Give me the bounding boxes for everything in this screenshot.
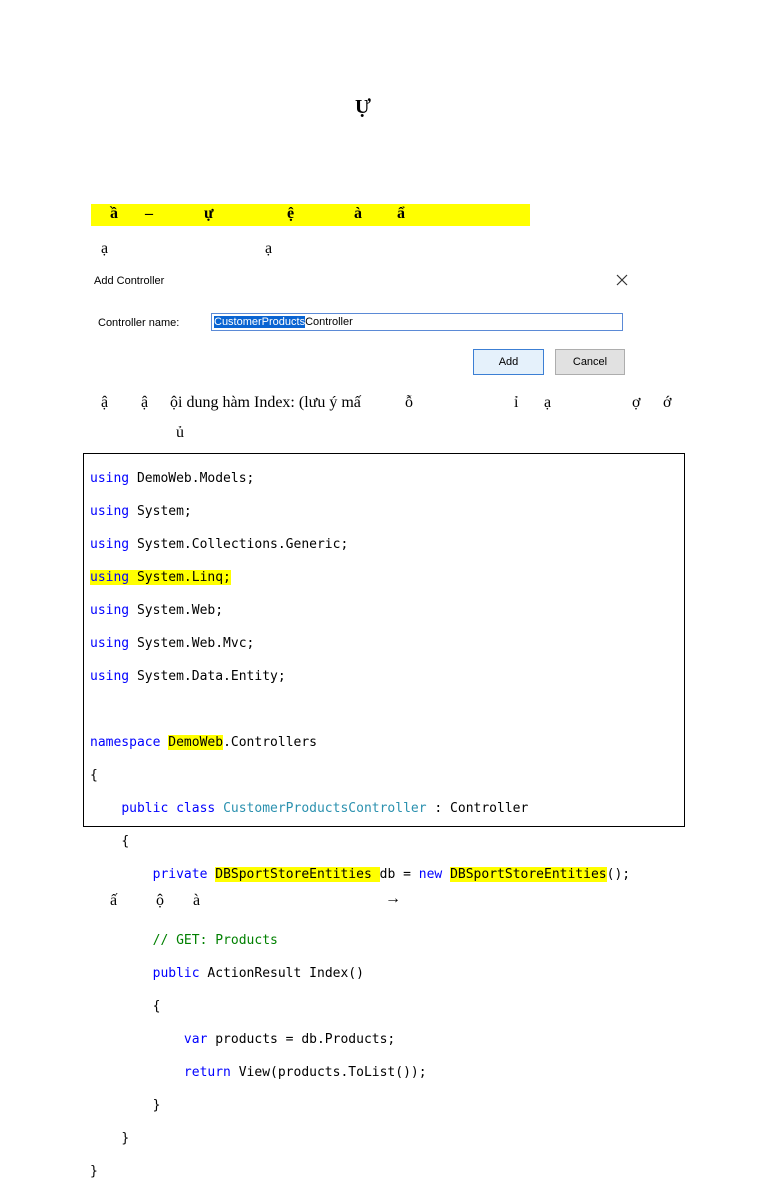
text-fragment: ạ <box>101 240 109 257</box>
text-fragment: ấ <box>110 892 118 909</box>
cancel-button[interactable]: Cancel <box>555 349 625 375</box>
code-line: using System.Web.Mvc; <box>90 635 255 651</box>
text-fragment: ạ <box>265 240 273 257</box>
heading-fragment: – <box>145 205 153 222</box>
text-fragment: ậ <box>141 394 149 411</box>
text-fragment: à <box>193 892 201 909</box>
arrow-right-icon: → <box>385 890 401 907</box>
code-line: using System.Linq; <box>90 569 231 585</box>
code-listing: using DemoWeb.Models; using System; usin… <box>90 454 630 1197</box>
add-button[interactable]: Add <box>473 349 544 375</box>
code-line: { <box>90 767 98 783</box>
text-fragment: ủ <box>176 424 184 441</box>
code-line: public ActionResult Index() <box>152 965 364 981</box>
code-line: // GET: Products <box>152 932 278 948</box>
code-line: } <box>121 1130 130 1146</box>
controller-name-input[interactable]: CustomerProductsController <box>211 313 623 331</box>
input-suffix: Controller <box>305 316 353 328</box>
code-line: using System.Data.Entity; <box>90 668 286 684</box>
selected-text: CustomerProducts <box>214 316 306 328</box>
text-fragment: ợ <box>632 394 641 411</box>
text-fragment: ỗ <box>405 394 413 411</box>
text-fragment: ỉ <box>514 394 519 411</box>
page-heading: Ự <box>355 96 371 118</box>
text-fragment: ậ <box>101 394 109 411</box>
text-fragment: ớ <box>663 394 672 411</box>
code-line: using System; <box>90 503 192 519</box>
text-fragment: ội dung hàm Index: (lưu ý mấ <box>170 394 361 411</box>
code-line: return View(products.ToList()); <box>183 1064 427 1080</box>
heading-fragment: ệ <box>287 205 295 222</box>
controller-name-label: Controller name: <box>98 317 180 329</box>
code-line: using System.Collections.Generic; <box>90 536 349 552</box>
text-fragment: ạ <box>544 394 552 411</box>
heading-fragment: ẩ <box>397 205 405 222</box>
code-line: var products = db.Products; <box>183 1031 396 1047</box>
code-line: { <box>152 998 161 1014</box>
code-line: private DBSportStoreEntities db = new DB… <box>152 866 631 882</box>
code-line: } <box>90 1163 98 1179</box>
heading-fragment: ự <box>204 205 214 222</box>
code-line: namespace DemoWeb.Controllers <box>90 734 317 750</box>
code-line: public class CustomerProductsController … <box>121 800 529 816</box>
code-line: using System.Web; <box>90 602 224 618</box>
highlighted-heading-bar <box>91 204 530 226</box>
code-line: } <box>152 1097 161 1113</box>
code-line: { <box>121 833 130 849</box>
dialog-title: Add Controller <box>94 275 165 287</box>
heading-fragment: ầ <box>110 205 118 222</box>
text-fragment: ộ <box>156 892 164 909</box>
code-line: using DemoWeb.Models; <box>90 470 255 486</box>
close-icon[interactable] <box>614 272 630 288</box>
heading-fragment: à <box>354 205 362 222</box>
